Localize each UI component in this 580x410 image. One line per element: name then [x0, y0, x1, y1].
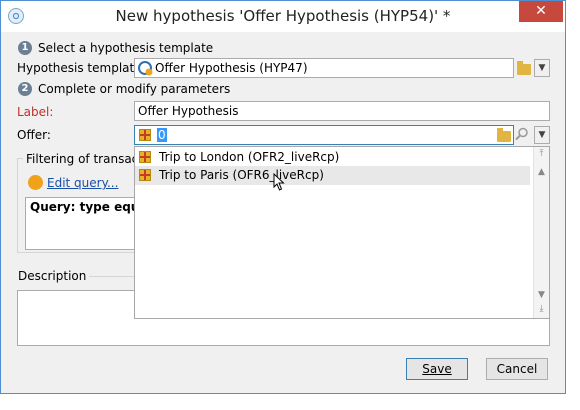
label-field-label: Label: [17, 105, 54, 119]
scroll-top-icon[interactable]: ⤒ [534, 149, 549, 159]
scroll-up-icon[interactable]: ▲ [534, 167, 549, 177]
cancel-button-label: Cancel [496, 362, 538, 376]
list-item[interactable]: Trip to London (OFR2_liveRcp) [135, 148, 530, 167]
mouse-cursor-icon [273, 173, 285, 191]
list-item-label: Trip to London (OFR2_liveRcp) [159, 150, 340, 164]
gift-icon [139, 129, 151, 141]
label-input[interactable]: Offer Hypothesis [134, 101, 550, 121]
folder-icon[interactable] [497, 128, 511, 142]
label-input-value: Offer Hypothesis [138, 104, 239, 118]
dialog-window: New hypothesis 'Offer Hypothesis (HYP54)… [0, 0, 566, 394]
query-text: Query: type equal t [30, 200, 135, 214]
dropdown-scrollbar[interactable]: ⤒ ▲ ▼ ⤓ [533, 147, 549, 318]
step-2-label: Complete or modify parameters [38, 82, 231, 96]
offer-dropdown-button[interactable]: ▼ [534, 126, 550, 144]
list-item[interactable]: Trip to Paris (OFR6_liveRcp) [135, 166, 530, 185]
scroll-bottom-icon[interactable]: ⤓ [534, 304, 549, 314]
template-value: Offer Hypothesis (HYP47) [155, 61, 308, 75]
template-label: Hypothesis template: [17, 61, 146, 75]
template-dropdown-button[interactable]: ▼ [534, 59, 550, 77]
save-button[interactable]: Save [406, 358, 468, 380]
window-title: New hypothesis 'Offer Hypothesis (HYP54)… [115, 7, 451, 25]
hypothesis-icon [138, 61, 153, 76]
step-2-badge: 2 [18, 82, 32, 96]
scroll-down-icon[interactable]: ▼ [534, 290, 549, 300]
close-button[interactable]: ✕ [519, 1, 563, 22]
gift-icon [139, 169, 151, 181]
title-bar: New hypothesis 'Offer Hypothesis (HYP54)… [1, 1, 565, 32]
description-label: Description [15, 269, 90, 283]
query-status-icon [28, 175, 43, 190]
cancel-button[interactable]: Cancel [486, 358, 548, 380]
offer-input[interactable]: 0 [134, 125, 514, 145]
folder-icon[interactable] [517, 61, 531, 75]
gift-icon [139, 151, 151, 163]
offer-dropdown-list: Trip to London (OFR2_liveRcp) Trip to Pa… [134, 146, 550, 319]
search-icon[interactable] [515, 127, 529, 141]
list-item-label: Trip to Paris (OFR6_liveRcp) [159, 168, 324, 182]
offer-label: Offer: [17, 128, 51, 142]
edit-query-link[interactable]: Edit query... [47, 176, 118, 190]
query-box: Query: type equal t [25, 197, 136, 250]
template-field[interactable]: Offer Hypothesis (HYP47) [134, 58, 514, 78]
step-1-label: Select a hypothesis template [38, 41, 214, 55]
offer-input-value: 0 [157, 128, 167, 142]
save-button-label: Save [422, 362, 452, 376]
step-1-badge: 1 [18, 41, 32, 55]
